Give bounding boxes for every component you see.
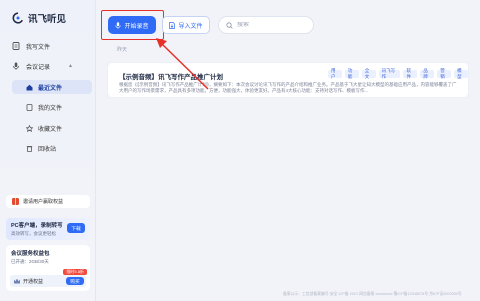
sidebar-item-favorites[interactable]: 收藏文件 xyxy=(12,121,92,135)
pc-client-card: PC客户端，录制转写 高效转写，会议更轻松 下载 xyxy=(6,218,90,240)
sidebar-item-label: 我的文件 xyxy=(38,105,63,112)
search-box[interactable] xyxy=(218,16,314,34)
chevron-up-icon[interactable]: ▲ xyxy=(68,63,73,69)
membership-title: 会议服务权益包 xyxy=(11,251,50,257)
import-file-icon xyxy=(169,21,176,29)
membership-subtitle: 已开通：2GB/30天 xyxy=(11,259,49,264)
file-tag[interactable]: 模型 xyxy=(454,68,469,79)
file-tag[interactable]: 用户 xyxy=(328,68,342,79)
document-icon xyxy=(26,103,33,111)
logo-icon xyxy=(12,12,24,24)
membership-card: 会议服务权益包 已开通：2GB/30天 限时5.8折 开通权益 购买 xyxy=(6,245,90,291)
sidebar-item-label: 收藏文件 xyxy=(38,126,63,133)
file-tag[interactable]: 讯飞写作 xyxy=(378,68,401,79)
crown-icon xyxy=(14,278,20,284)
file-tag[interactable]: 功能 xyxy=(344,68,359,79)
invite-label: 邀请用户赢取权益 xyxy=(23,199,64,205)
import-file-button[interactable]: 导入文件 xyxy=(162,16,210,34)
membership-row[interactable]: 开通权益 购买 xyxy=(10,275,86,287)
sidebar-item-label: 会议记录 xyxy=(26,64,51,71)
star-icon xyxy=(26,124,33,132)
gift-icon xyxy=(12,198,19,205)
buy-button[interactable]: 购买 xyxy=(66,277,84,285)
search-input[interactable] xyxy=(237,22,307,28)
sidebar-item-label: 我写文件 xyxy=(26,44,51,51)
sidebar-item-meeting[interactable]: 会议记录 ▲ xyxy=(12,60,73,72)
file-tag[interactable]: 软件 xyxy=(403,68,418,79)
sidebar-item-my-docs[interactable]: 我的文件 xyxy=(12,100,92,114)
home-icon xyxy=(26,84,33,90)
sidebar-item-trash[interactable]: 回收站 xyxy=(12,141,92,155)
membership-row-label: 开通权益 xyxy=(23,278,44,285)
file-card[interactable]: 【示例音频】讯飞写作产品推广计划 用户 功能 全文 讯飞写作 软件 品牌 营销 … xyxy=(107,62,469,98)
file-title[interactable]: 【示例音频】讯飞写作产品推广计划 xyxy=(119,71,223,81)
footer-text: 备案公示：工信部备案编号·安全 ICP备 2021 网信备案 xxxxxxxxx… xyxy=(283,292,462,296)
sidebar-item-label: 最近文件 xyxy=(38,85,63,92)
microphone-icon xyxy=(13,62,19,70)
app-name: 讯飞听见 xyxy=(28,14,67,25)
sidebar: 讯飞听见 我写文件 会议记录 ▲ 最近文件 我的文件 收藏文件 回收站 邀请用户… xyxy=(0,0,96,301)
file-tag[interactable]: 品牌 xyxy=(420,68,435,79)
search-icon xyxy=(226,21,233,29)
import-file-label: 导入文件 xyxy=(178,23,203,30)
annotation-highlight-box xyxy=(101,10,164,40)
sidebar-item-my-files[interactable]: 我写文件 xyxy=(12,40,50,52)
file-tags: 用户 功能 全文 讯飞写作 软件 品牌 营销 模型 xyxy=(328,68,469,79)
date-section-label: 昨天 xyxy=(117,47,128,53)
file-tag[interactable]: 营销 xyxy=(437,68,452,79)
app-logo[interactable]: 讯飞听见 xyxy=(12,11,66,25)
sidebar-item-recent[interactable]: 最近文件 xyxy=(12,80,92,94)
document-icon xyxy=(12,42,20,50)
trash-icon xyxy=(26,145,33,152)
file-summary: 根据您《【示例音频】讯飞写作产品推广计划》，摘要如下：本次会议讨论讯飞写作的产品… xyxy=(119,82,457,93)
download-button[interactable]: 下载 xyxy=(67,223,85,233)
file-tag[interactable]: 全文 xyxy=(361,68,376,79)
sidebar-item-label: 回收站 xyxy=(38,146,57,153)
invite-banner[interactable]: 邀请用户赢取权益 xyxy=(6,195,90,208)
